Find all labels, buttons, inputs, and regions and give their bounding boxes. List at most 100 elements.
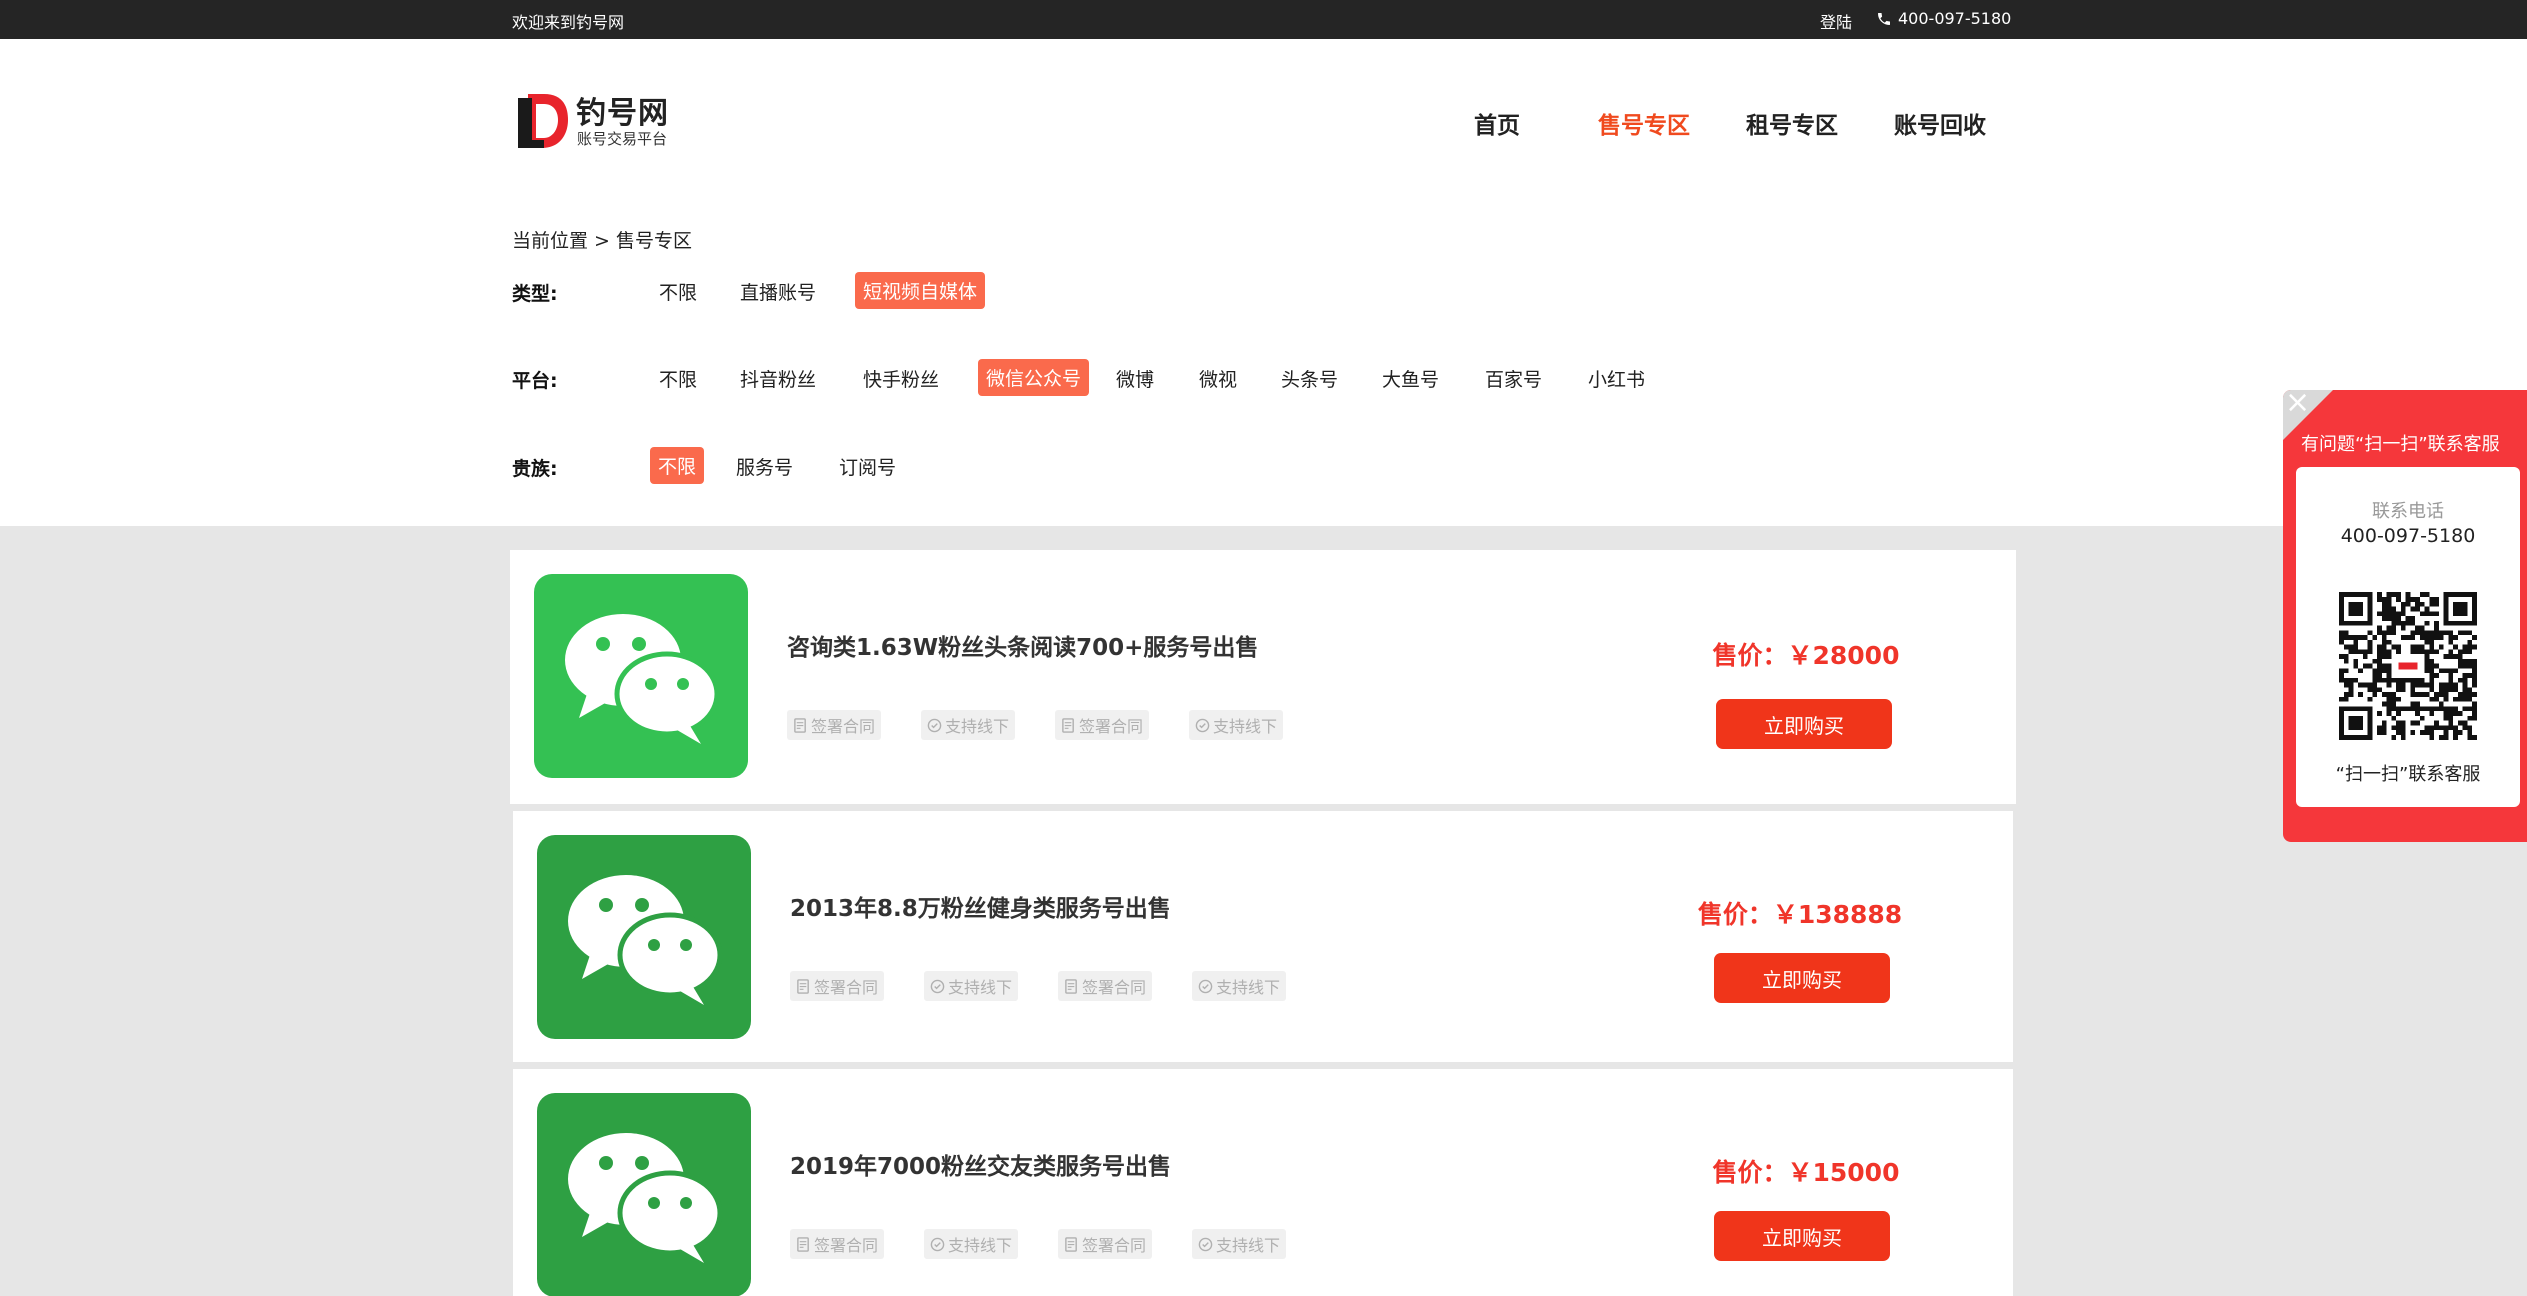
tag-offline: 支持线下 — [1192, 971, 1287, 1001]
qr-caption: “扫一扫”联系客服 — [2335, 764, 2481, 785]
product-price: 售价：￥138888 — [1697, 900, 1903, 929]
check-circle-icon — [1198, 1237, 1213, 1251]
nav-home[interactable]: 首页 — [1474, 106, 1520, 140]
filter-type-option-selected[interactable]: 短视频自媒体 — [855, 272, 986, 309]
tag-label: 签署合同 — [1082, 1236, 1147, 1255]
product-price: 售价：￥28000 — [1712, 641, 1900, 670]
tag-offline: 支持线下 — [1192, 1229, 1287, 1259]
product-card[interactable]: 2019年7000粉丝交友类服务号出售 签署合同 支持线下 签署合同 支持线下 … — [513, 1069, 2013, 1296]
buy-now-button[interactable]: 立即购买 — [1714, 1211, 1890, 1261]
tag-label: 签署合同 — [814, 1236, 879, 1255]
header-area — [0, 39, 2527, 526]
filter-platform-option[interactable]: 百家号 — [1477, 360, 1550, 397]
document-icon — [797, 1236, 809, 1252]
filter-platform-option[interactable]: 不限 — [651, 360, 705, 397]
customer-service-panel: × 有问题“扫一扫”联系客服 联系电话 400-097-5180 “扫一扫”联系… — [2283, 390, 2527, 842]
logo-tagline: 账号交易平台 — [577, 130, 668, 148]
tag-offline: 支持线下 — [924, 1229, 1019, 1259]
filter-type-option[interactable]: 直播账号 — [732, 273, 824, 310]
wechat-icon — [568, 1133, 723, 1263]
filter-platform-option[interactable]: 微视 — [1191, 360, 1245, 397]
tag-contract: 签署合同 — [1055, 710, 1150, 740]
panel-heading: 有问题“扫一扫”联系客服 — [2301, 434, 2500, 455]
tag-label: 签署合同 — [811, 717, 876, 736]
tag-contract: 签署合同 — [790, 971, 885, 1001]
tag-label: 支持线下 — [1216, 1236, 1281, 1255]
product-card[interactable]: 咨询类1.63W粉丝头条阅读700+服务号出售 签署合同 支持线下 签署合同 支… — [510, 550, 2016, 804]
check-circle-icon — [930, 979, 945, 993]
contact-phone-number: 400-097-5180 — [2340, 525, 2476, 547]
check-circle-icon — [1195, 718, 1210, 732]
product-thumbnail[interactable] — [537, 835, 751, 1039]
tag-contract: 签署合同 — [1058, 971, 1153, 1001]
product-tags: 签署合同 支持线下 签署合同 支持线下 — [787, 710, 1284, 740]
filter-noble-option[interactable]: 订阅号 — [831, 448, 904, 485]
check-circle-icon — [1198, 979, 1213, 993]
topbar-phone: 400-097-5180 — [1876, 9, 2011, 28]
tag-offline: 支持线下 — [1189, 710, 1284, 740]
panel-content: 联系电话 400-097-5180 “扫一扫”联系客服 — [2296, 467, 2520, 807]
filter-platform-option[interactable]: 头条号 — [1273, 360, 1346, 397]
filter-platform-option[interactable]: 小红书 — [1580, 360, 1653, 397]
product-thumbnail[interactable] — [534, 574, 748, 778]
wechat-icon — [565, 614, 720, 744]
tag-offline: 支持线下 — [924, 971, 1019, 1001]
document-icon — [1065, 1236, 1077, 1252]
tag-contract: 签署合同 — [790, 1229, 885, 1259]
tag-contract: 签署合同 — [787, 710, 882, 740]
nav-sell-zone[interactable]: 售号专区 — [1598, 106, 1690, 140]
tag-label: 签署合同 — [814, 978, 879, 997]
login-link[interactable]: 登陆 — [1820, 9, 1852, 33]
document-icon — [797, 978, 809, 994]
tag-label: 签署合同 — [1082, 978, 1147, 997]
filter-type-label: 类型: — [512, 283, 558, 305]
tag-label: 支持线下 — [948, 1236, 1013, 1255]
filter-type-option[interactable]: 不限 — [651, 273, 705, 310]
document-icon — [1062, 717, 1074, 733]
nav-account-recycle[interactable]: 账号回收 — [1894, 106, 1986, 140]
product-title[interactable]: 2013年8.8万粉丝健身类服务号出售 — [790, 889, 1171, 923]
close-icon[interactable]: × — [2285, 390, 2310, 418]
check-circle-icon — [927, 718, 942, 732]
filter-platform-option[interactable]: 微博 — [1108, 360, 1162, 397]
product-title[interactable]: 2019年7000粉丝交友类服务号出售 — [790, 1147, 1171, 1181]
filter-noble-label: 贵族: — [512, 458, 558, 480]
tag-offline: 支持线下 — [921, 710, 1016, 740]
wechat-icon — [568, 875, 723, 1005]
check-circle-icon — [930, 1237, 945, 1251]
topbar-phone-number: 400-097-5180 — [1898, 9, 2012, 28]
filter-noble-option-selected[interactable]: 不限 — [650, 447, 705, 484]
product-price: 售价：￥15000 — [1712, 1158, 1900, 1187]
tag-label: 支持线下 — [1213, 717, 1278, 736]
filter-platform-option[interactable]: 快手粉丝 — [855, 360, 947, 397]
filter-noble-option[interactable]: 服务号 — [728, 448, 801, 485]
filter-platform-option[interactable]: 抖音粉丝 — [732, 360, 824, 397]
filter-platform-label: 平台: — [512, 370, 558, 392]
product-tags: 签署合同 支持线下 签署合同 支持线下 — [790, 971, 1287, 1001]
qr-code-icon — [2339, 592, 2477, 740]
site-logo[interactable]: 钓号网 账号交易平台 — [514, 88, 684, 152]
product-title[interactable]: 咨询类1.63W粉丝头条阅读700+服务号出售 — [787, 628, 1258, 662]
product-thumbnail[interactable] — [537, 1093, 751, 1296]
welcome-text: 欢迎来到钓号网 — [512, 13, 625, 32]
breadcrumb: 当前位置 > 售号专区 — [512, 230, 692, 252]
contact-phone-label: 联系电话 — [2372, 501, 2444, 522]
top-bar: 欢迎来到钓号网 登陆 400-097-5180 — [0, 0, 2527, 39]
phone-icon — [1878, 12, 1890, 25]
buy-now-button[interactable]: 立即购买 — [1716, 699, 1892, 749]
filter-platform-option-selected[interactable]: 微信公众号 — [978, 359, 1090, 396]
filter-platform-option[interactable]: 大鱼号 — [1374, 360, 1447, 397]
nav-rent-zone[interactable]: 租号专区 — [1746, 106, 1838, 140]
product-card[interactable]: 2013年8.8万粉丝健身类服务号出售 签署合同 支持线下 签署合同 支持线下 … — [513, 811, 2013, 1062]
product-tags: 签署合同 支持线下 签署合同 支持线下 — [790, 1229, 1287, 1259]
logo-mark-icon — [518, 94, 568, 148]
tag-label: 签署合同 — [1079, 717, 1144, 736]
document-icon — [794, 717, 806, 733]
document-icon — [1065, 978, 1077, 994]
tag-contract: 签署合同 — [1058, 1229, 1153, 1259]
tag-label: 支持线下 — [1216, 978, 1281, 997]
logo-name: 钓号网 — [576, 96, 669, 131]
buy-now-button[interactable]: 立即购买 — [1714, 953, 1890, 1003]
tag-label: 支持线下 — [948, 978, 1013, 997]
tag-label: 支持线下 — [945, 717, 1010, 736]
